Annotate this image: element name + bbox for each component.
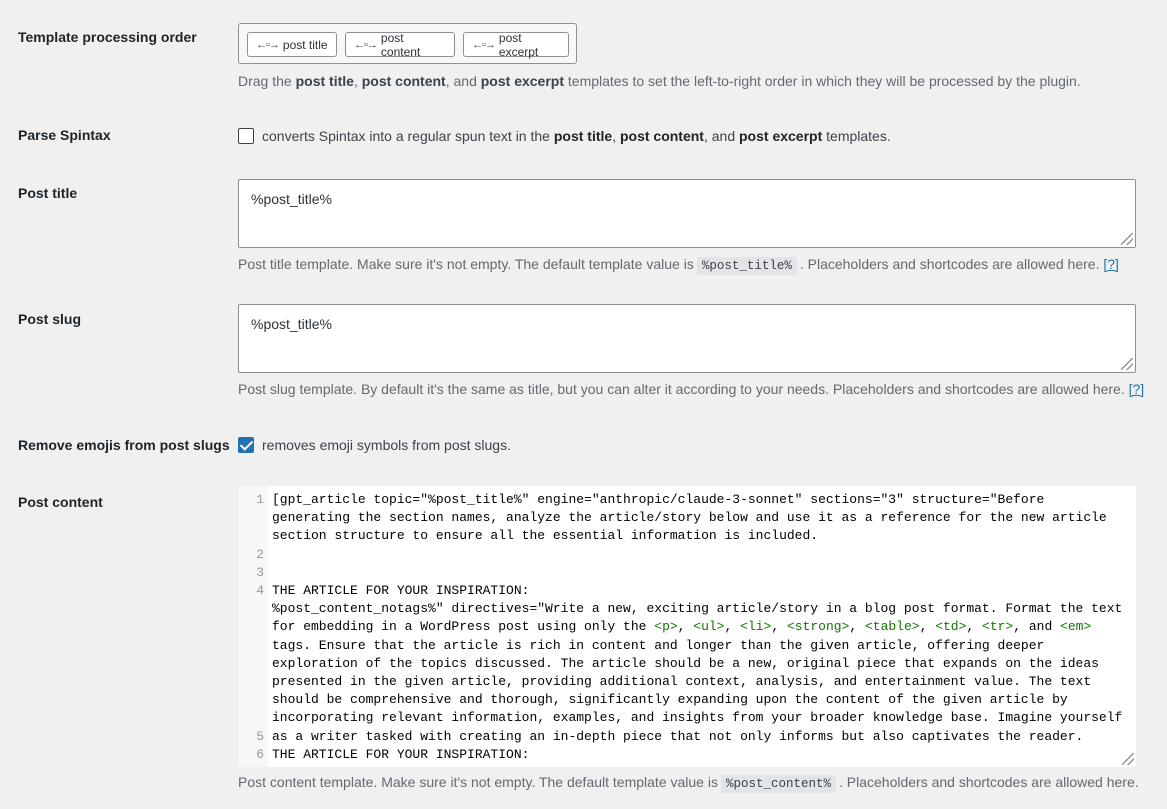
post-title-textarea[interactable]: %post_title% — [238, 179, 1136, 248]
remove-emojis-text: removes emoji symbols from post slugs. — [262, 437, 511, 453]
order-item-label: post title — [282, 37, 328, 52]
line-number: 5 — [256, 729, 264, 744]
html-tag-token: <p> — [654, 619, 678, 635]
help-link[interactable]: [?] — [1103, 256, 1119, 272]
html-tag-token: <td> — [935, 619, 967, 635]
code-line-4: %post_content_notags%" directives="Write… — [272, 601, 1131, 744]
line-number-gutter: 1 2 3 4 5 6 — [238, 486, 268, 767]
remove-emojis-label: Remove emojis from post slugs — [18, 437, 230, 453]
order-item-label: post content — [380, 30, 421, 59]
line-number: 2 — [256, 547, 264, 562]
parse-spintax-label: Parse Spintax — [18, 127, 111, 143]
drag-arrows-icon: ←▫→ — [472, 38, 496, 51]
resize-grip-icon[interactable] — [1122, 753, 1134, 765]
processing-order-label: Template processing order — [18, 29, 197, 45]
post-slug-description: Post slug template. By default it's the … — [238, 381, 1145, 397]
help-link[interactable]: [?] — [1129, 381, 1145, 397]
drag-arrows-icon: ←▫→ — [354, 38, 378, 51]
order-item-label: post excerpt — [498, 30, 539, 59]
default-value-code: %post_content% — [720, 775, 836, 793]
html-tag-token: <ul> — [693, 619, 725, 635]
post-content-description: Post content template. Make sure it's no… — [238, 774, 1139, 793]
drag-arrows-icon: ←▫→ — [256, 38, 280, 51]
post-slug-textarea[interactable]: %post_title% — [238, 304, 1136, 373]
default-value-code: %post_title% — [696, 257, 797, 275]
post-slug-label: Post slug — [18, 311, 82, 327]
post-title-value: %post_title% — [251, 191, 332, 207]
processing-order-description: Drag the post title, post content, and p… — [238, 73, 1081, 89]
html-tag-token: <tr> — [982, 619, 1014, 635]
code-line-1: [gpt_article topic="%post_title%" engine… — [272, 492, 1115, 544]
line-number: 1 — [256, 492, 264, 507]
resize-grip-icon[interactable] — [1121, 358, 1133, 370]
post-slug-value: %post_title% — [251, 316, 332, 332]
html-tag-token: <li> — [740, 619, 772, 635]
order-item-post-excerpt[interactable]: ←▫→ post excerpt — [463, 30, 569, 59]
post-title-label: Post title — [18, 185, 78, 201]
code-line-6: THE ARTICLE FOR YOUR INSPIRATION: — [272, 747, 530, 762]
parse-spintax-checkbox[interactable] — [238, 128, 254, 144]
line-number: 6 — [256, 747, 264, 762]
html-tag-token: <strong> — [786, 619, 850, 635]
html-tag-token: <table> — [864, 619, 920, 635]
resize-grip-icon[interactable] — [1121, 233, 1133, 245]
html-tag-token: <em> — [1060, 619, 1092, 635]
order-item-post-content[interactable]: ←▫→ post content — [345, 30, 455, 59]
line-number: 3 — [256, 565, 264, 580]
line-number: 4 — [256, 583, 264, 598]
remove-emojis-checkbox[interactable] — [238, 437, 254, 453]
parse-spintax-text: converts Spintax into a regular spun tex… — [262, 128, 891, 144]
post-title-description: Post title template. Make sure it's not … — [238, 256, 1119, 275]
post-content-code-editor[interactable]: 1 2 3 4 5 6 [gpt_article topic="%post_ti… — [238, 486, 1136, 767]
processing-order-sortable: ←▫→ post title ←▫→ post content ←▫→ post… — [238, 23, 577, 64]
post-content-label: Post content — [18, 494, 103, 510]
order-item-post-title[interactable]: ←▫→ post title — [247, 32, 337, 57]
